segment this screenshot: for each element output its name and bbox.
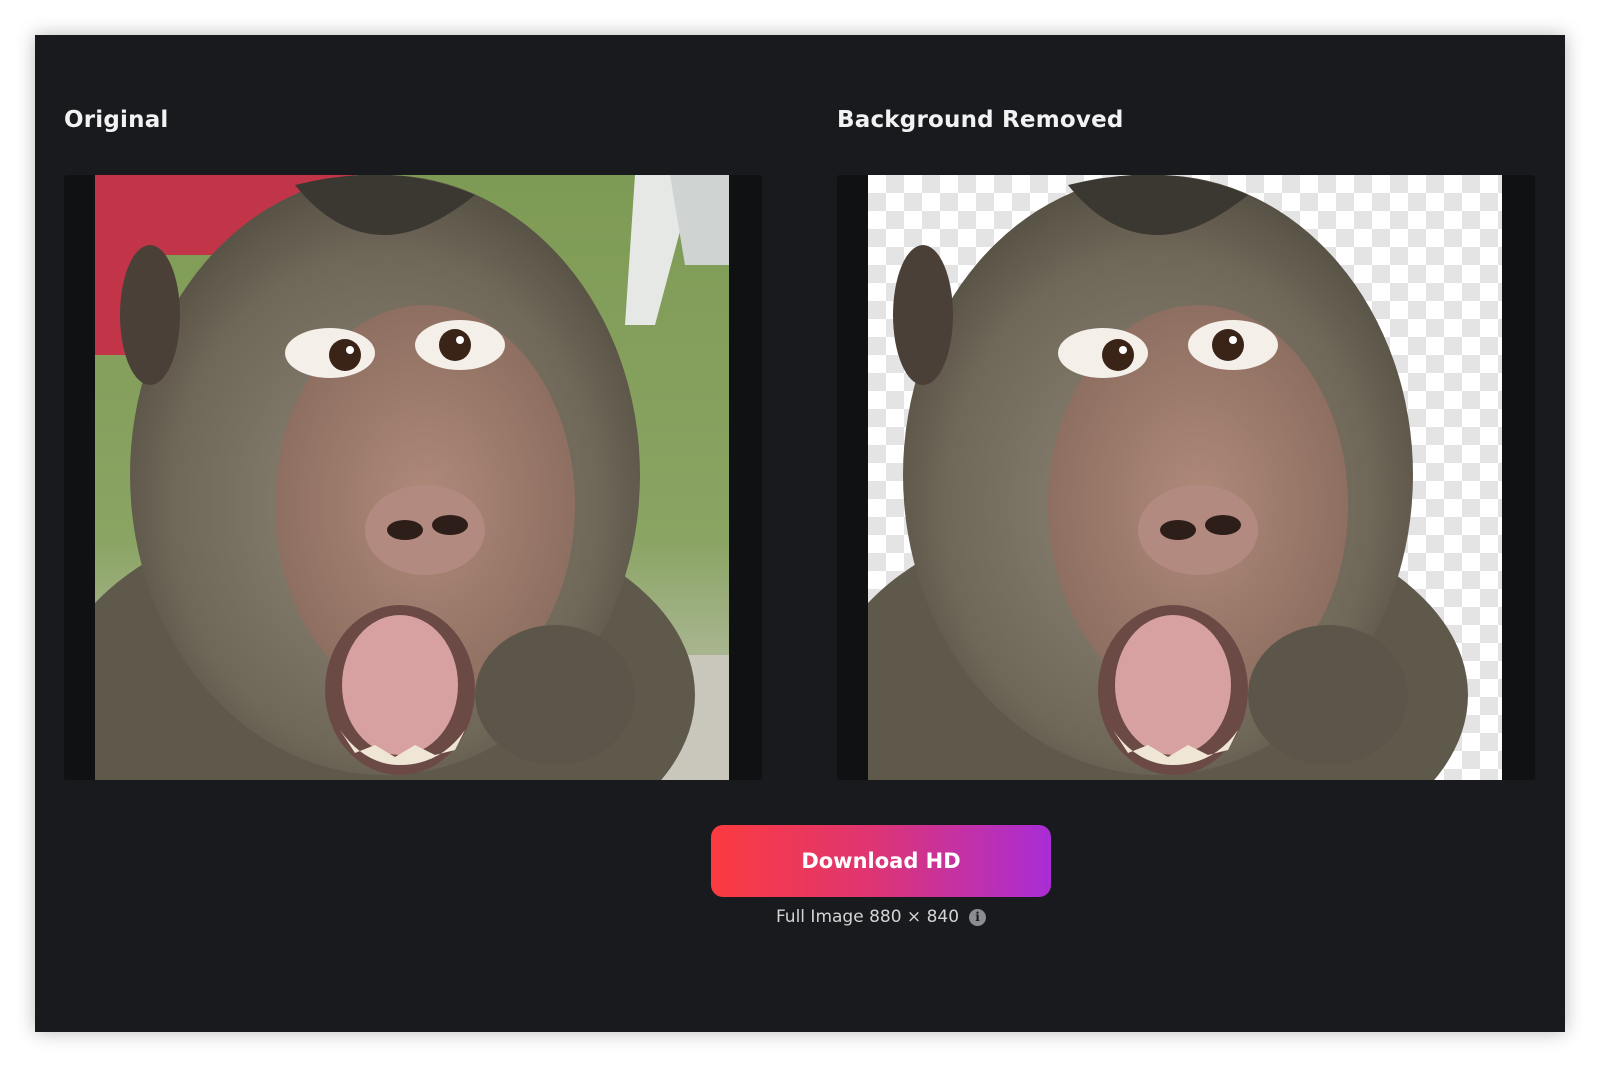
download-hd-label: Download HD [801, 849, 961, 873]
info-icon[interactable]: i [969, 908, 987, 926]
result-card: Original Background Removed Download HD … [35, 35, 1565, 1032]
original-image-panel [64, 175, 762, 780]
original-image [95, 175, 729, 780]
background-removed-image-panel [837, 175, 1535, 780]
download-hd-button[interactable]: Download HD [711, 825, 1051, 897]
background-removed-title: Background Removed [837, 107, 1124, 133]
monkey-original-illustration [95, 175, 729, 780]
image-size-text: Full Image 880 × 840 [775, 907, 960, 927]
original-title: Original [64, 107, 169, 133]
background-removed-image [868, 175, 1502, 780]
monkey-cutout-illustration [868, 175, 1468, 780]
image-size-info: Full Image 880 × 840 i [711, 905, 1051, 929]
